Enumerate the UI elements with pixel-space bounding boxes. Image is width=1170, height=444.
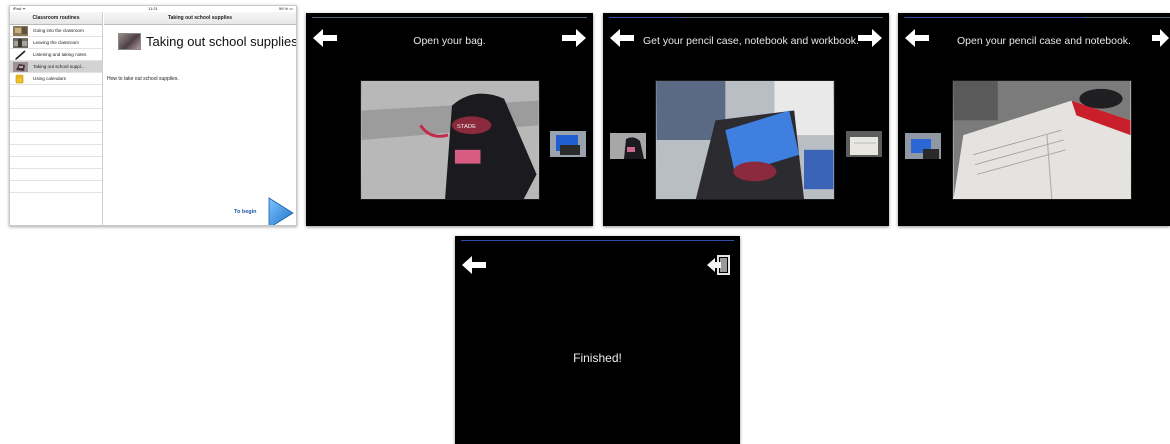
- next-step-thumbnail[interactable]: [846, 131, 882, 157]
- progress-track: [312, 17, 587, 18]
- right-arrow-icon[interactable]: [1152, 27, 1170, 49]
- list-item-leaving-classroom[interactable]: Leaving the classroom: [10, 37, 102, 49]
- progress-fill: [904, 17, 1084, 18]
- list-item-using-calendars[interactable]: Using calendars: [10, 73, 102, 85]
- detail-nav-title: Taking out school supplies: [104, 12, 296, 25]
- routine-detail-panel: Taking out school supplies Taking out sc…: [104, 12, 296, 225]
- finished-message: Finished!: [573, 351, 622, 365]
- list-item-taking-supplies[interactable]: Taking out school suppl...: [10, 61, 102, 73]
- routine-description: How to take out school supplies.: [107, 76, 179, 82]
- left-arrow-icon[interactable]: [904, 27, 930, 49]
- notebook-photo: [952, 80, 1132, 200]
- supplies-photo: [655, 80, 835, 200]
- right-arrow-icon[interactable]: [561, 27, 587, 49]
- list-row-empty: [10, 133, 102, 145]
- list-item-label: Going into the classroom: [33, 28, 84, 33]
- list-item-label: Leaving the classroom: [33, 40, 79, 45]
- svg-text:STADE: STADE: [457, 124, 476, 130]
- list-row-empty: [10, 109, 102, 121]
- classroom-photo-thumb: [13, 26, 28, 36]
- routine-thumbnail: [118, 33, 141, 50]
- routine-list-title: Classroom routines: [10, 12, 102, 25]
- step-screen-open-bag: Open your bag. STADE: [306, 13, 593, 226]
- routine-list-panel: Classroom routines Going into the classr…: [10, 12, 103, 225]
- left-arrow-icon[interactable]: [609, 27, 635, 49]
- progress-fill: [609, 17, 679, 18]
- list-row-empty: [10, 97, 102, 109]
- list-item-label: Taking out school suppl...: [33, 64, 85, 69]
- list-row-empty: [10, 121, 102, 133]
- list-row-empty: [10, 181, 102, 193]
- list-row-empty: [10, 157, 102, 169]
- pencil-icon: [15, 50, 26, 60]
- stage: iPad ᯤ 11:21 59 % ▭ Classroom routines G…: [0, 0, 1170, 444]
- ipad-list-screen: iPad ᯤ 11:21 59 % ▭ Classroom routines G…: [9, 5, 297, 226]
- previous-step-thumbnail[interactable]: [610, 133, 646, 159]
- left-arrow-icon[interactable]: [312, 27, 338, 49]
- list-item-label: Listening and taking notes: [33, 52, 87, 57]
- bag-photo: STADE: [360, 80, 540, 200]
- left-arrow-icon[interactable]: [461, 254, 487, 276]
- list-item-listening-notes[interactable]: Listening and taking notes: [10, 49, 102, 61]
- step-caption: Get your pencil case, notebook and workb…: [643, 35, 859, 47]
- step-screen-get-supplies: Get your pencil case, notebook and workb…: [603, 13, 889, 226]
- list-row-empty: [10, 85, 102, 97]
- supplies-photo-thumb: [13, 62, 28, 72]
- next-step-thumbnail[interactable]: [550, 131, 586, 157]
- to-begin-label[interactable]: To begin: [234, 209, 257, 215]
- step-caption: Open your bag.: [413, 35, 486, 47]
- exit-icon[interactable]: [705, 254, 731, 276]
- classroom-photo-thumb: [13, 38, 28, 48]
- play-arrow-icon[interactable]: [268, 197, 294, 226]
- progress-fill: [461, 240, 734, 241]
- step-caption: Open your pencil case and notebook.: [957, 35, 1131, 47]
- right-arrow-icon[interactable]: [857, 27, 883, 49]
- calendar-icon: [15, 74, 24, 84]
- list-item-going-into-classroom[interactable]: Going into the classroom: [10, 25, 102, 37]
- list-item-label: Using calendars: [33, 76, 66, 81]
- list-row-empty: [10, 169, 102, 181]
- previous-step-thumbnail[interactable]: [905, 133, 941, 159]
- list-row-empty: [10, 145, 102, 157]
- finished-screen: Finished!: [455, 236, 740, 444]
- step-screen-open-case: Open your pencil case and notebook.: [898, 13, 1170, 226]
- routine-heading: Taking out school supplies: [146, 34, 297, 49]
